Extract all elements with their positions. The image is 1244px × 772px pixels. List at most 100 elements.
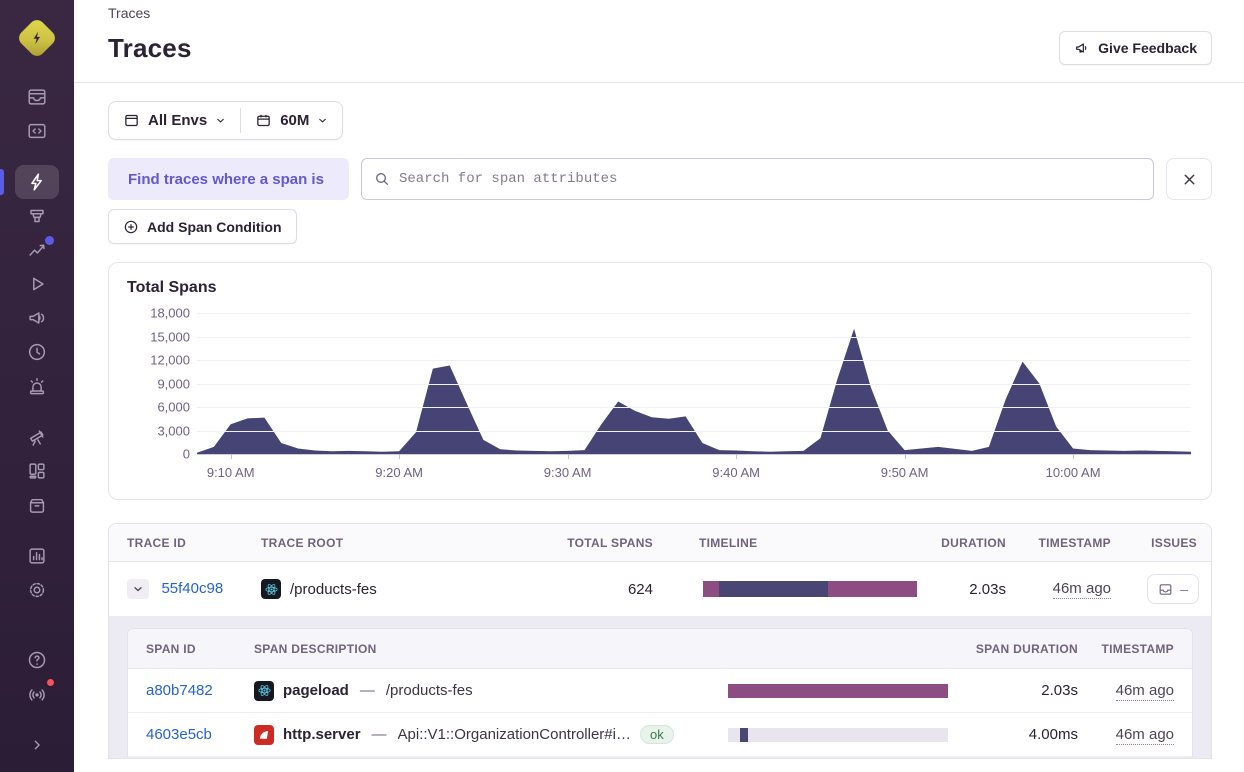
sidebar-item-traces[interactable] [0, 165, 59, 199]
sidebar-item-stats[interactable] [15, 539, 59, 573]
active-indicator [0, 169, 4, 195]
help-icon [28, 651, 46, 669]
sidebar-item-whats-new[interactable] [15, 677, 59, 711]
react-platform-icon [261, 579, 281, 599]
span-row: 4603e5cb http.server — Api::V1::Organiza… [128, 713, 1192, 757]
close-icon [1184, 174, 1194, 184]
chevron-right-icon [34, 740, 40, 750]
col-timestamp: TIMESTAMP [1038, 535, 1111, 550]
telescope-icon [29, 430, 44, 446]
broadcast-icon [29, 689, 45, 701]
sidebar-collapse-button[interactable] [15, 728, 59, 762]
chart-x-axis: 9:10 AM 9:20 AM 9:30 AM 9:40 AM 9:50 AM 10:00… [197, 454, 1191, 480]
archive-box-icon [29, 498, 45, 513]
projects-icon [28, 123, 46, 139]
sentry-logo[interactable] [15, 16, 59, 60]
breadcrumb[interactable]: Traces [108, 4, 1212, 21]
sidebar-item-insights[interactable] [15, 233, 59, 267]
plus-circle-icon [124, 220, 138, 233]
span-duration-bar [728, 683, 948, 698]
trace-timestamp[interactable]: 46m ago [1052, 579, 1111, 599]
sidebar-item-profiling[interactable] [15, 199, 59, 233]
span-duration: 4.00ms [1028, 726, 1078, 743]
total-spans-chart: 0 3,000 6,000 9,000 12,000 15,000 18,000 9:10 … [127, 303, 1193, 480]
span-row: a80b7482 pageload — /products-fes 2.03s … [128, 669, 1192, 713]
chart-plot-area: 0 3,000 6,000 9,000 12,000 15,000 18,000 [150, 306, 1191, 462]
sidebar-item-feedback[interactable] [15, 301, 59, 335]
chevron-down-icon [217, 118, 224, 123]
spans-table: SPAN ID SPAN DESCRIPTION SPAN DURATION T… [127, 628, 1193, 757]
span-search-input[interactable] [399, 171, 1141, 187]
collapse-trace-button[interactable] [127, 579, 149, 599]
trace-timeline-bar [703, 581, 917, 597]
col-duration: DURATION [941, 535, 1006, 550]
issues-pill[interactable]: – [1147, 574, 1199, 604]
span-duration-bar [728, 727, 948, 742]
col-span-timestamp: TIMESTAMP [1101, 641, 1174, 656]
traces-table-header: TRACE ID TRACE ROOT TOTAL SPANS TIMELINE… [109, 524, 1211, 562]
sidebar-item-crons[interactable] [15, 335, 59, 369]
gear-icon [29, 582, 45, 598]
search-icon [376, 173, 388, 185]
col-trace-root: TRACE ROOT [261, 535, 344, 550]
col-timeline: TIMELINE [699, 535, 758, 550]
sidebar-item-replays[interactable] [15, 267, 59, 301]
span-search-box [361, 158, 1154, 200]
clear-search-button[interactable] [1166, 158, 1212, 200]
window-icon [125, 114, 138, 127]
sidebar-item-releases[interactable] [15, 488, 59, 522]
col-issues: ISSUES [1151, 535, 1197, 550]
sidebar-item-alerts[interactable] [15, 369, 59, 403]
siren-icon [29, 378, 45, 395]
span-description: Api::V1::OrganizationController#i… [397, 726, 631, 743]
environment-filter-button[interactable]: All Envs [109, 102, 240, 139]
react-platform-icon [254, 680, 274, 701]
trace-id-link[interactable]: 55f40c98 [161, 580, 223, 597]
add-span-condition-button[interactable]: Add Span Condition [108, 209, 297, 244]
col-span-description: SPAN DESCRIPTION [254, 641, 377, 656]
total-spans-value: 624 [627, 580, 653, 598]
issues-icon [1159, 583, 1172, 595]
lightning-bolt-icon [15, 16, 59, 60]
sidebar-item-issues[interactable] [15, 80, 59, 114]
filter-bar: All Envs 60M [108, 101, 344, 140]
chevron-down-icon [319, 118, 327, 123]
sidebar-item-settings[interactable] [15, 573, 59, 607]
trace-duration: 2.03s [969, 580, 1006, 598]
col-span-duration: SPAN DURATION [975, 641, 1078, 656]
whats-new-notification-dot [45, 677, 56, 688]
col-span-id: SPAN ID [146, 641, 196, 656]
clock-icon [28, 343, 46, 361]
chevron-down-icon [134, 587, 142, 592]
megaphone-icon [29, 312, 45, 324]
sidebar-item-dashboards[interactable] [15, 454, 59, 488]
sidebar-item-projects[interactable] [15, 114, 59, 148]
span-timestamp[interactable]: 46m ago [1115, 681, 1174, 701]
span-op: pageload [283, 682, 349, 699]
page-title: Traces [108, 32, 192, 63]
chart-title: Total Spans [127, 279, 217, 296]
trace-root-name: /products-fes [290, 580, 377, 598]
expanded-trace-section: SPAN ID SPAN DESCRIPTION SPAN DURATION T… [109, 616, 1211, 758]
replays-icon [33, 277, 44, 291]
sidebar-item-explore[interactable] [15, 420, 59, 454]
sidebar-item-help[interactable] [15, 643, 59, 677]
sidebar [0, 0, 74, 772]
insights-notification-dot [45, 236, 54, 245]
span-op: http.server [283, 726, 361, 743]
stats-icon [29, 548, 45, 564]
span-duration: 2.03s [1041, 682, 1078, 699]
main-content: Traces Traces Give Feedback All Envs 60M [74, 0, 1244, 772]
col-trace-id: TRACE ID [127, 535, 187, 550]
span-id-link[interactable]: a80b7482 [146, 682, 213, 699]
col-total-spans: TOTAL SPANS [567, 535, 653, 550]
traces-icon [31, 173, 42, 191]
megaphone-icon [1076, 43, 1087, 53]
time-range-filter-button[interactable]: 60M [241, 102, 342, 139]
span-timestamp[interactable]: 46m ago [1115, 725, 1174, 745]
calendar-icon [257, 114, 270, 127]
span-id-link[interactable]: 4603e5cb [146, 726, 212, 743]
span-status-badge: ok [639, 725, 674, 744]
give-feedback-button[interactable]: Give Feedback [1059, 31, 1212, 65]
traces-table: TRACE ID TRACE ROOT TOTAL SPANS TIMELINE… [108, 523, 1212, 759]
